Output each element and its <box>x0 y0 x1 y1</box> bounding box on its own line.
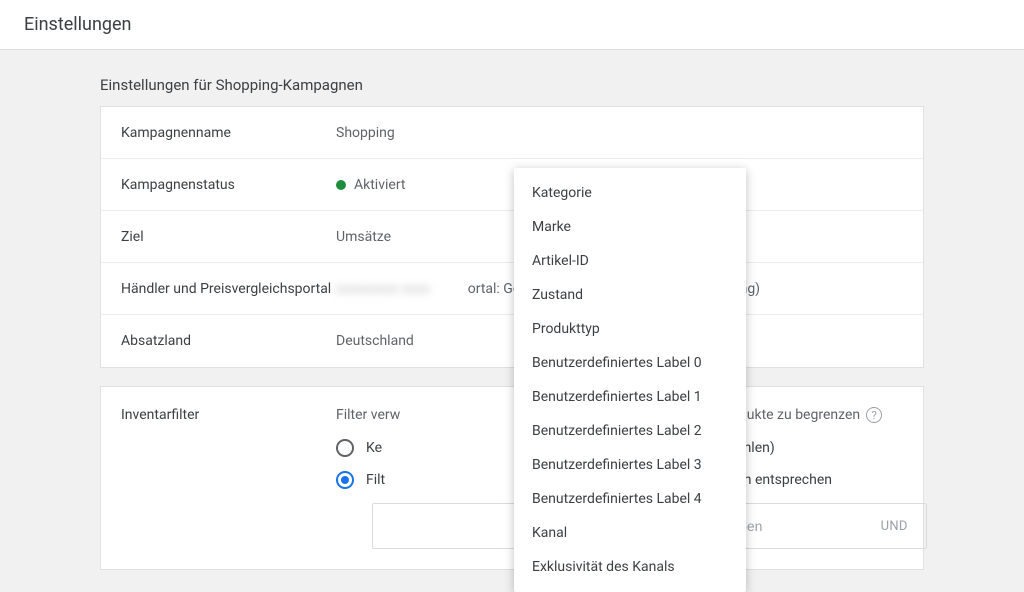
dropdown-item[interactable]: Benutzerdefiniertes Label 3 <box>514 448 746 482</box>
inventory-label: Inventarfilter <box>121 407 336 423</box>
merchant-id-blurred: xxxxxxxxx xxxx <box>336 281 430 297</box>
dropdown-item[interactable]: Zustand <box>514 278 746 312</box>
row-value: Umsätze <box>336 229 391 245</box>
radio-label-pre: Filt <box>366 472 385 488</box>
row-label: Absatzland <box>121 333 336 349</box>
and-label: UND <box>881 519 908 534</box>
dropdown-item[interactable]: Kategorie <box>514 176 746 210</box>
settings-card: Kampagnenname Shopping Kampagnenstatus A… <box>100 106 924 368</box>
dropdown-item[interactable]: Artikel-ID <box>514 244 746 278</box>
row-merchant[interactable]: Händler und Preisvergleichsportal xxxxxx… <box>101 263 923 315</box>
dropdown-item[interactable]: Produkttyp <box>514 312 746 346</box>
row-country[interactable]: Absatzland Deutschland <box>101 315 923 367</box>
row-goal[interactable]: Ziel Umsätze <box>101 211 923 263</box>
page-header: Einstellungen <box>0 0 1024 50</box>
radio-icon <box>336 439 354 457</box>
row-label: Händler und Preisvergleichsportal <box>121 281 336 297</box>
dropdown-item[interactable]: Benutzerdefiniertes Label 2 <box>514 414 746 448</box>
row-campaign-status[interactable]: Kampagnenstatus Aktiviert <box>101 159 923 211</box>
dropdown-item[interactable]: Benutzerdefiniertes Label 1 <box>514 380 746 414</box>
row-campaign-name[interactable]: Kampagnenname Shopping <box>101 107 923 159</box>
row-value: Shopping <box>336 125 395 141</box>
row-label: Kampagnenstatus <box>121 177 336 193</box>
dropdown-item[interactable]: Marke <box>514 210 746 244</box>
status-text: Aktiviert <box>354 177 406 193</box>
row-value: Deutschland <box>336 333 414 349</box>
radio-label-pre: Ke <box>366 440 382 456</box>
desc-pre: Filter verw <box>336 407 400 423</box>
page-title: Einstellungen <box>24 14 1000 35</box>
row-label: Kampagnenname <box>121 125 336 141</box>
row-label: Ziel <box>121 229 336 245</box>
section-title: Einstellungen für Shopping-Kampagnen <box>100 76 924 94</box>
content-area: Einstellungen für Shopping-Kampagnen Kam… <box>0 50 1024 570</box>
dropdown-item[interactable]: Exklusivität des Kanals <box>514 550 746 584</box>
dropdown-item[interactable]: Benutzerdefiniertes Label 0 <box>514 346 746 380</box>
attribute-dropdown: KategorieMarkeArtikel-IDZustandProduktty… <box>514 168 746 592</box>
dropdown-item[interactable]: Benutzerdefiniertes Label 4 <box>514 482 746 516</box>
radio-icon <box>336 471 354 489</box>
dropdown-item[interactable]: Kanal <box>514 516 746 550</box>
help-icon[interactable]: ? <box>866 407 882 423</box>
inventory-card: Inventarfilter Filter verw beworbenen Pr… <box>100 386 924 570</box>
status-dot-icon <box>336 180 346 190</box>
row-value: Aktiviert <box>336 177 406 193</box>
